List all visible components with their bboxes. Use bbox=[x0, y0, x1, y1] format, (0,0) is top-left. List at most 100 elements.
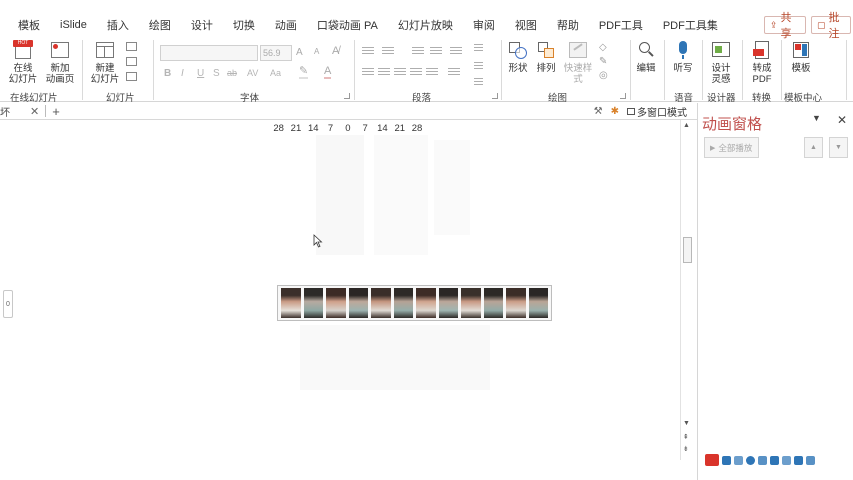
change-case-button[interactable]: Aa bbox=[270, 68, 281, 78]
columns-icon[interactable] bbox=[448, 68, 460, 77]
align-center-icon[interactable] bbox=[378, 68, 390, 77]
photo-filmstrip[interactable] bbox=[277, 285, 552, 321]
comment-button[interactable]: ▢ 批注 bbox=[811, 12, 851, 40]
decrease-indent-icon[interactable] bbox=[412, 47, 424, 56]
move-up-button[interactable]: ▲ bbox=[804, 137, 823, 158]
to-pdf-button[interactable]: 转成 PDF bbox=[747, 40, 777, 85]
vertical-scrollbar[interactable]: ▲ ▼ ⇞ ⇟ bbox=[680, 120, 693, 460]
bold-button[interactable]: B bbox=[164, 68, 171, 79]
ime-more-icon[interactable] bbox=[806, 455, 815, 465]
align-text-icon[interactable] bbox=[474, 62, 483, 71]
multi-window-button[interactable]: 多窗口模式 bbox=[627, 104, 687, 119]
new-anim-page-button[interactable]: 新加 动画页 bbox=[42, 40, 78, 85]
menu-item[interactable]: 绘图 bbox=[139, 17, 181, 33]
gear-icon[interactable]: ✱ bbox=[611, 106, 619, 117]
line-spacing-icon[interactable] bbox=[450, 47, 462, 56]
underline-button[interactable]: U bbox=[197, 68, 204, 79]
ruler-tick-label: 7 bbox=[327, 123, 334, 134]
quick-style-icon bbox=[567, 40, 589, 60]
menu-item[interactable]: 设计 bbox=[181, 17, 223, 33]
scroll-up-icon[interactable]: ▲ bbox=[683, 122, 690, 129]
menu-item[interactable]: 切换 bbox=[223, 17, 265, 33]
close-icon[interactable]: ✕ bbox=[30, 105, 39, 118]
designer-icon bbox=[710, 40, 732, 60]
clear-format-icon[interactable]: A̸ bbox=[332, 45, 339, 57]
justify-icon[interactable] bbox=[410, 68, 422, 77]
bullets-icon[interactable] bbox=[362, 47, 374, 56]
pdf-icon bbox=[751, 40, 773, 60]
font-color-icon[interactable]: A bbox=[324, 66, 332, 79]
share-button[interactable]: ⇪ 共享 bbox=[764, 12, 806, 40]
ime-keyboard-icon[interactable] bbox=[770, 455, 779, 465]
reset-slide-icon[interactable] bbox=[126, 57, 137, 66]
online-slide-button[interactable]: HOT 在线 幻灯片 bbox=[6, 40, 40, 85]
search-icon bbox=[635, 40, 657, 60]
ime-punct-icon[interactable] bbox=[734, 455, 743, 465]
menu-item[interactable]: 帮助 bbox=[547, 17, 589, 33]
shape-effects-icon[interactable]: ◎ bbox=[599, 70, 608, 81]
edit-button[interactable]: 编辑 bbox=[634, 40, 658, 74]
ime-skin-icon[interactable] bbox=[782, 455, 791, 465]
play-all-button[interactable]: ▶ 全部播放 bbox=[704, 137, 759, 158]
menu-item[interactable]: 口袋动画 PA bbox=[307, 17, 388, 33]
font-size-input[interactable]: 56.9 bbox=[260, 45, 292, 61]
char-spacing-button[interactable]: AV bbox=[247, 68, 258, 78]
font-dialog-launcher[interactable] bbox=[344, 93, 350, 99]
move-down-button[interactable]: ▼ bbox=[829, 137, 848, 158]
drawing-dialog-launcher[interactable] bbox=[620, 93, 626, 99]
hot-badge: HOT bbox=[13, 40, 33, 47]
ime-tools-icon[interactable] bbox=[794, 455, 803, 465]
menu-item[interactable]: 动画 bbox=[265, 17, 307, 33]
shape-button[interactable]: 形状 bbox=[505, 40, 531, 74]
add-tab-icon[interactable]: + bbox=[52, 104, 60, 119]
group-divider bbox=[702, 40, 703, 100]
layout-icon[interactable] bbox=[126, 42, 137, 51]
tools-icon[interactable]: ⚒ bbox=[594, 106, 603, 117]
distributed-icon[interactable] bbox=[426, 68, 438, 77]
scroll-down-icon[interactable]: ▼ bbox=[683, 420, 690, 427]
arrange-button[interactable]: 排列 bbox=[533, 40, 559, 74]
shape-outline-icon[interactable]: ✎ bbox=[599, 56, 607, 67]
menu-item[interactable]: 插入 bbox=[97, 17, 139, 33]
shadow-button[interactable]: S bbox=[213, 68, 220, 79]
grow-font-icon[interactable]: A bbox=[296, 47, 303, 58]
shrink-font-icon[interactable]: A bbox=[314, 47, 319, 56]
menu-item[interactable]: iSlide bbox=[50, 19, 97, 31]
strikethrough-button[interactable]: ab bbox=[227, 68, 237, 78]
designer-line2: 灵感 bbox=[711, 74, 731, 85]
menu-item[interactable]: PDF工具 bbox=[589, 17, 653, 33]
template-button[interactable]: 模板 bbox=[787, 40, 815, 74]
section-icon[interactable] bbox=[126, 72, 137, 81]
ime-logo-icon[interactable] bbox=[705, 454, 719, 466]
ime-voice-icon[interactable] bbox=[758, 455, 767, 465]
document-tab[interactable]: 坏 bbox=[0, 104, 28, 119]
scroll-thumb[interactable] bbox=[683, 237, 692, 263]
prev-slide-icon[interactable]: ⇞ bbox=[683, 433, 689, 441]
text-direction-icon[interactable] bbox=[474, 44, 483, 53]
shape-fill-icon[interactable]: ◇ bbox=[599, 42, 607, 53]
close-pane-icon[interactable]: ✕ bbox=[837, 113, 847, 127]
quick-style-button[interactable]: 快速样式 bbox=[561, 40, 595, 85]
next-slide-icon[interactable]: ⇟ bbox=[683, 445, 689, 453]
designer-button[interactable]: 设计 灵感 bbox=[706, 40, 736, 85]
pane-options-icon[interactable]: ▼ bbox=[812, 113, 821, 127]
dictate-button[interactable]: 听写 bbox=[670, 40, 696, 74]
highlight-icon[interactable]: ✎ bbox=[299, 66, 309, 79]
menu-item[interactable]: PDF工具集 bbox=[653, 17, 728, 33]
smartart-icon[interactable] bbox=[474, 78, 483, 87]
increase-indent-icon[interactable] bbox=[430, 47, 442, 56]
align-left-icon[interactable] bbox=[362, 68, 374, 77]
group-divider bbox=[153, 40, 154, 100]
menu-item[interactable]: 审阅 bbox=[463, 17, 505, 33]
new-slide-button[interactable]: 新建 幻灯片 bbox=[88, 40, 122, 85]
align-right-icon[interactable] bbox=[394, 68, 406, 77]
italic-button[interactable]: I bbox=[181, 68, 184, 79]
numbering-icon[interactable] bbox=[382, 47, 394, 56]
ime-mode-icon[interactable] bbox=[722, 455, 731, 465]
ime-emoji-icon[interactable] bbox=[746, 455, 755, 465]
paragraph-dialog-launcher[interactable] bbox=[492, 93, 498, 99]
menu-item[interactable]: 模板 bbox=[0, 17, 50, 33]
menu-item[interactable]: 视图 bbox=[505, 17, 547, 33]
menu-item[interactable]: 幻灯片放映 bbox=[388, 17, 463, 33]
font-name-input[interactable] bbox=[160, 45, 258, 61]
